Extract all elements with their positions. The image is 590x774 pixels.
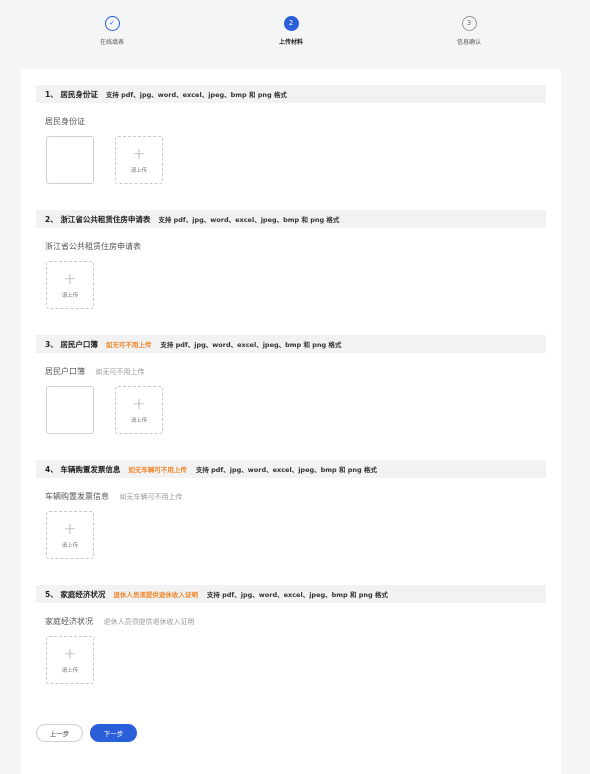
upload-list: + 请上传	[46, 386, 546, 434]
progress-steps: ✓ 在线填表 2 上传材料 3 信息确认	[0, 0, 590, 62]
step-label: 上传材料	[278, 39, 303, 46]
upload-label: 请上传	[61, 667, 79, 674]
field-row: 居民身份证	[45, 116, 546, 128]
upload-label: 请上传	[130, 167, 148, 174]
upload-button[interactable]: + 请上传	[46, 511, 94, 559]
field-label: 家庭经济状况	[45, 617, 93, 626]
optional-warning: 如无可不用上传	[105, 341, 152, 349]
step-number: 3	[461, 16, 477, 31]
upload-button[interactable]: + 请上传	[46, 636, 94, 684]
upload-list: + 请上传	[46, 636, 546, 684]
section-title: 5、 家庭经济状况	[45, 589, 106, 599]
step-confirm-info: 3 信息确认	[429, 16, 509, 46]
section-header: 1、 居民身份证 支持 pdf、jpg、word、excel、jpeg、bmp …	[36, 85, 546, 103]
section-household-register: 3、 居民户口簿 如无可不用上传 支持 pdf、jpg、word、excel、j…	[36, 335, 546, 434]
field-row: 车辆购置发票信息 如无车辆可不用上传	[45, 491, 546, 503]
section-id-card: 1、 居民身份证 支持 pdf、jpg、word、excel、jpeg、bmp …	[36, 85, 546, 184]
field-label: 居民身份证	[45, 117, 85, 126]
upload-label: 请上传	[61, 542, 79, 549]
section-header: 4、 车辆购置发票信息 如无车辆可不用上传 支持 pdf、jpg、word、ex…	[36, 460, 546, 478]
section-title: 1、 居民身份证	[45, 89, 98, 99]
plus-icon: +	[132, 143, 146, 163]
field-hint: 如无车辆可不用上传	[119, 493, 183, 501]
upload-label: 请上传	[61, 292, 79, 299]
next-step-button[interactable]: 下一步	[90, 724, 137, 742]
upload-card: 1、 居民身份证 支持 pdf、jpg、word、excel、jpeg、bmp …	[21, 69, 561, 774]
upload-button[interactable]: + 请上传	[115, 136, 163, 184]
format-note: 支持 pdf、jpg、word、excel、jpeg、bmp 和 png 格式	[105, 91, 287, 99]
plus-icon: +	[132, 393, 146, 413]
field-hint: 退休人员须提供退休收入证明	[103, 618, 195, 626]
check-icon: ✓	[104, 16, 120, 31]
upload-list: + 请上传	[46, 511, 546, 559]
uploaded-file-thumbnail[interactable]	[46, 386, 94, 434]
section-rental-application: 2、 浙江省公共租赁住房申请表 支持 pdf、jpg、word、excel、jp…	[36, 210, 546, 309]
optional-warning: 退休人员须提供退休收入证明	[113, 591, 198, 599]
step-label: 信息确认	[456, 39, 481, 46]
section-title: 3、 居民户口簿	[45, 339, 98, 349]
field-row: 浙江省公共租赁住房申请表	[45, 241, 546, 253]
step-label: 在线填表	[99, 39, 124, 46]
section-vehicle-invoice: 4、 车辆购置发票信息 如无车辆可不用上传 支持 pdf、jpg、word、ex…	[36, 460, 546, 559]
field-label: 居民户口簿	[45, 367, 85, 376]
section-header: 2、 浙江省公共租赁住房申请表 支持 pdf、jpg、word、excel、jp…	[36, 210, 546, 228]
field-hint: 如无可不用上传	[95, 368, 145, 376]
section-header: 5、 家庭经济状况 退休人员须提供退休收入证明 支持 pdf、jpg、word、…	[36, 585, 546, 603]
step-fill-form: ✓ 在线填表	[72, 16, 152, 46]
step-upload-materials: 2 上传材料	[251, 16, 331, 46]
field-row: 家庭经济状况 退休人员须提供退休收入证明	[45, 616, 546, 628]
upload-button[interactable]: + 请上传	[46, 261, 94, 309]
field-label: 车辆购置发票信息	[45, 492, 109, 501]
plus-icon: +	[63, 518, 77, 538]
prev-step-button[interactable]: 上一步	[36, 724, 83, 742]
upload-button[interactable]: + 请上传	[115, 386, 163, 434]
section-title: 2、 浙江省公共租赁住房申请表	[45, 214, 151, 224]
plus-icon: +	[63, 268, 77, 288]
format-note: 支持 pdf、jpg、word、excel、jpeg、bmp 和 png 格式	[195, 466, 377, 474]
upload-label: 请上传	[130, 417, 148, 424]
section-title: 4、 车辆购置发票信息	[45, 464, 121, 474]
format-note: 支持 pdf、jpg、word、excel、jpeg、bmp 和 png 格式	[160, 341, 342, 349]
step-number: 2	[283, 16, 299, 31]
upload-list: + 请上传	[46, 261, 546, 309]
format-note: 支持 pdf、jpg、word、excel、jpeg、bmp 和 png 格式	[206, 591, 388, 599]
section-header: 3、 居民户口簿 如无可不用上传 支持 pdf、jpg、word、excel、j…	[36, 335, 546, 353]
field-label: 浙江省公共租赁住房申请表	[45, 242, 141, 251]
field-row: 居民户口簿 如无可不用上传	[45, 366, 546, 378]
format-note: 支持 pdf、jpg、word、excel、jpeg、bmp 和 png 格式	[158, 216, 340, 224]
upload-list: + 请上传	[46, 136, 546, 184]
step-navigation: 上一步 下一步	[36, 724, 137, 742]
section-family-finance: 5、 家庭经济状况 退休人员须提供退休收入证明 支持 pdf、jpg、word、…	[36, 585, 546, 684]
plus-icon: +	[63, 643, 77, 663]
uploaded-file-thumbnail[interactable]	[46, 136, 94, 184]
optional-warning: 如无车辆可不用上传	[128, 466, 187, 474]
